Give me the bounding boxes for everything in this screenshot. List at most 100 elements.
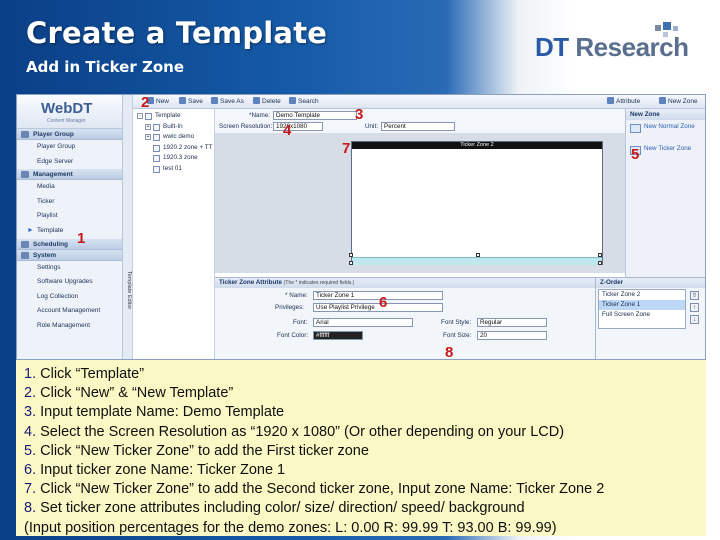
sidebar-item-player-group[interactable]: Player Group [17,140,122,155]
sidebar-item-playlist[interactable]: Playlist [17,209,122,224]
attribute-icon [607,97,614,104]
callout-3: 3 [355,106,364,123]
delete-icon [253,97,260,104]
sidebar: WebDT Content Manager Player Group Playe… [17,95,123,359]
step-number: 8. [24,500,37,517]
step-3: 3. Input template Name: Demo Template [24,403,706,422]
save-as-icon [211,97,218,104]
sidebar-item-software-upgrades[interactable]: Software Upgrades [17,275,122,290]
tree-item[interactable]: + Built-In [133,122,214,133]
resize-handle[interactable] [476,253,480,257]
collapse-rail[interactable]: Template Editor [123,95,133,359]
sidebar-group-player-group[interactable]: Player Group [17,129,122,140]
system-icon [21,251,29,259]
step-5: 5. Click “New Ticker Zone” to add the Fi… [24,442,706,461]
arrow-right-icon: ► [27,226,34,234]
new-button[interactable]: New [147,97,169,107]
font-style-label: Font Style: [441,319,472,326]
new-zone-menu-header: New Zone [626,109,705,120]
tree-root-template[interactable]: - Template [133,111,214,122]
ticker-zone-2[interactable]: Ticker Zone 2 [352,142,602,149]
sidebar-item-media[interactable]: Media [17,180,122,195]
callout-2: 2 [141,94,150,111]
resize-handle[interactable] [598,253,602,257]
font-color-label: Font Color: [277,332,309,339]
save-as-button-label: Save As [220,98,244,105]
tree-item-label: 1920.3 zone [163,154,198,161]
toolbar: New Save Save As Delete Search Attribute… [133,95,705,109]
tree-item[interactable]: 1920.3 zone [133,153,214,164]
font-size-select[interactable]: 20 [477,331,547,340]
z-order-item[interactable]: Ticker Zone 2 [599,290,685,300]
search-button[interactable]: Search [289,97,319,107]
save-button[interactable]: Save [179,97,203,107]
scheduling-icon [21,240,29,248]
screen-preview[interactable]: Ticker Zone 2 [349,141,603,265]
sidebar-group-label: Scheduling [33,240,69,248]
zone-name-label: * Name: [285,292,308,299]
callout-5: 5 [631,146,640,163]
save-as-button[interactable]: Save As [211,97,244,107]
z-order-item[interactable]: Full Screen Zone [599,310,685,320]
new-zone-button[interactable]: New Zone [659,97,698,107]
logo-dot-icon [673,26,678,31]
sidebar-item-settings[interactable]: Settings [17,261,122,276]
rail-label: Template Editor [126,271,132,310]
instruction-steps: 1. Click “Template” 2. Click “New” & “Ne… [16,360,706,536]
folder-icon [153,134,160,141]
callout-4: 4 [283,122,292,139]
expand-icon[interactable]: + [145,134,151,140]
ticker-zone-1[interactable] [352,257,602,265]
sidebar-group-management[interactable]: Management [17,169,122,181]
tree-item[interactable]: + wwlc demo [133,132,214,143]
step-7: 7. Click “New Ticker Zone” to add the Se… [24,480,706,499]
sidebar-item-edge-server[interactable]: Edge Server [17,155,122,170]
font-style-select[interactable]: Regular [477,318,547,327]
z-order-item-selected[interactable]: Ticker Zone 1 [599,300,685,310]
delete-button[interactable]: Delete [253,97,281,107]
zone-name-input[interactable]: Ticker Zone 1 [313,291,443,300]
sidebar-item-template[interactable]: ► Template [17,224,122,239]
sidebar-group-system[interactable]: System [17,249,122,261]
screen-resolution-select[interactable]: 1920x1080 [273,122,323,131]
collapse-icon[interactable]: - [137,113,143,119]
privileges-select[interactable]: Use Playlist Privilege [313,303,443,312]
move-down-icon[interactable]: ↓ [690,315,699,324]
step-number: 7. [24,481,37,498]
sidebar-item-label: Role Management [37,321,91,329]
resize-handle[interactable] [349,261,353,265]
tree-item[interactable]: 1920.2 zone + TT [133,143,214,154]
move-top-icon[interactable]: ⇧ [690,291,699,300]
delete-button-label: Delete [262,98,281,105]
unit-select[interactable]: Percent [381,122,455,131]
sidebar-item-log-collection[interactable]: Log Collection [17,290,122,305]
sidebar-group-scheduling[interactable]: Scheduling [17,238,122,250]
sidebar-item-role-management[interactable]: Role Management [17,319,122,334]
attribute-button[interactable]: Attribute [607,97,640,107]
sidebar-item-label: Playlist [37,212,58,220]
z-order-panel: Z-Order Ticker Zone 2 Ticker Zone 1 Full… [595,277,705,359]
template-name-input[interactable]: Demo Template [273,111,357,120]
logo-dot-icon [663,22,671,30]
attribute-title-text: Ticker Zone Attribute [219,279,282,286]
step-text: Input template Name: Demo Template [40,404,285,421]
sidebar-item-ticker[interactable]: Ticker [17,195,122,210]
move-up-icon[interactable]: ↑ [690,303,699,312]
tree-item-label: Template [155,112,181,119]
dt-research-logo: DT Research [535,22,707,72]
new-normal-zone-button[interactable]: New Normal Zone [626,120,705,142]
sidebar-item-account-management[interactable]: Account Management [17,304,122,319]
expand-icon[interactable]: + [145,123,151,130]
resize-handle[interactable] [598,261,602,265]
sidebar-item-label: Player Group [37,143,76,150]
privileges-label: Privileges: [275,304,305,311]
z-order-list: Ticker Zone 2 Ticker Zone 1 Full Screen … [598,289,686,329]
font-color-input[interactable]: #ffffff [313,331,363,340]
step-text: Click “Template” [40,366,145,382]
tree-item[interactable]: test 01 [133,164,214,175]
step-number: 3. [24,404,37,421]
management-icon [21,171,29,179]
resize-handle[interactable] [349,253,353,257]
font-select[interactable]: Arial [313,318,413,327]
z-order-title: Z-Order [596,278,705,288]
